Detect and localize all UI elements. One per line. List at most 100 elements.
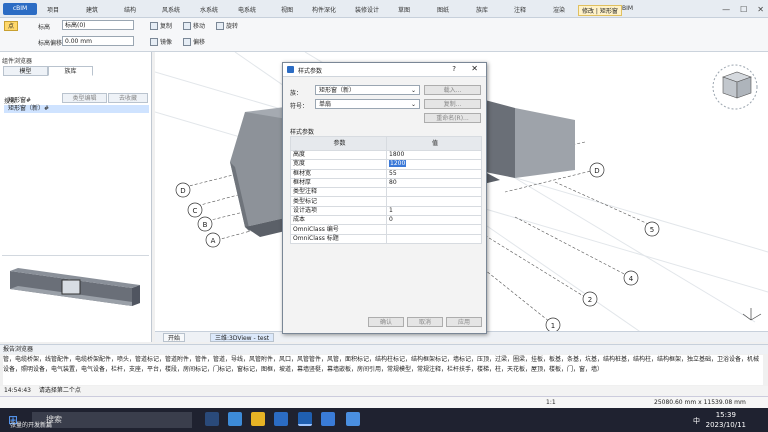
move-button[interactable]: 移动 (183, 21, 205, 30)
menu-item-hvac[interactable]: 风系统 (162, 5, 180, 14)
copy-type-button[interactable]: 复制... (424, 99, 481, 109)
menu-item-view[interactable]: 视图 (281, 5, 293, 14)
param-value-selected[interactable]: 1200 (386, 159, 482, 170)
tab-family-library[interactable]: 族库 (48, 66, 93, 76)
command-prompt: 请选择第二个点 (38, 387, 81, 394)
tab-3dview[interactable]: 三维:3DView - test (210, 333, 275, 342)
param-value[interactable]: 1800 (386, 149, 482, 161)
view-cube-icon[interactable] (712, 64, 758, 110)
tree-item-rect-window[interactable]: 矩形窗# (4, 97, 149, 105)
system-clock[interactable]: 15:39 2023/10/11 (706, 410, 746, 430)
coordinate-readout: 25080.60 mm x 11539.08 mm (654, 399, 746, 406)
param-value[interactable] (386, 187, 482, 198)
cancel-button[interactable]: 取消 (407, 317, 443, 327)
table-row[interactable]: 框材厚 80 (290, 177, 482, 189)
watermark-text: 张量的开发新篇 (10, 422, 53, 429)
app-icon[interactable] (321, 412, 335, 426)
menu-item-decoration[interactable]: 装修设计 (355, 5, 379, 14)
param-name: 宽度 (290, 159, 387, 170)
scale-select[interactable]: 1:1 (546, 399, 556, 406)
level-label: 标高 (38, 24, 51, 31)
param-value[interactable]: 55 (386, 168, 482, 179)
apply-button[interactable]: 应用 (446, 317, 482, 327)
param-value[interactable]: 0 (386, 215, 482, 226)
ime-indicator[interactable]: 中 (693, 416, 700, 426)
task-view-icon[interactable] (205, 412, 219, 426)
menu-item-project[interactable]: 项目 (47, 5, 59, 14)
mirror-button[interactable]: 镜像 (150, 37, 172, 46)
menu-item-component[interactable]: 构件深化 (312, 5, 336, 14)
symbol-value: 单扇 (319, 101, 332, 108)
table-row[interactable]: OmniClass 编号 (290, 224, 482, 235)
copy-button[interactable]: 复制 (150, 21, 172, 30)
offset-icon (183, 37, 191, 46)
tab-start[interactable]: 开始 (163, 333, 186, 342)
taskbar-search[interactable]: 搜索 (32, 412, 192, 428)
offset-tool-label: 偏移 (193, 39, 206, 46)
context-tab[interactable]: 修改 | 矩形窗 (578, 5, 622, 16)
menu-item-architecture[interactable]: 建筑 (86, 5, 98, 14)
offset-input[interactable]: 0.00 mm (62, 36, 134, 46)
table-row[interactable]: 成本 0 (290, 215, 482, 226)
ok-button[interactable]: 确认 (368, 317, 404, 327)
param-name: 类型注释 (290, 187, 387, 198)
menu-item-drawings[interactable]: 图纸 (437, 5, 449, 14)
param-value[interactable] (386, 233, 482, 244)
help-icon[interactable]: ? (452, 65, 456, 73)
grid-label-5: 5 (650, 226, 654, 234)
grid-label-1: 1 (551, 322, 555, 330)
tab-model[interactable]: 模型 (3, 66, 48, 76)
load-button[interactable]: 载入... (424, 85, 481, 95)
point-mode-chip[interactable]: 点 (4, 21, 19, 31)
menu-item-family-library[interactable]: 族库 (476, 5, 488, 14)
menu-item-render[interactable]: 渲染 (553, 5, 565, 14)
grid-label-b: B (203, 221, 208, 229)
table-row[interactable]: 类型注释 (290, 187, 482, 198)
param-name: OmniClass 标题 (290, 233, 387, 244)
menu-item-sketch[interactable]: 草图 (398, 5, 410, 14)
app-logo[interactable]: cBIM (3, 3, 37, 15)
tree-item-rect-window-new[interactable]: 矩形窗（新）# (4, 105, 149, 113)
minimize-icon[interactable]: — (722, 5, 730, 14)
table-row[interactable]: 框材宽 55 (290, 168, 482, 179)
table-row[interactable]: 设计选项 1 (290, 205, 482, 217)
table-row[interactable]: 宽度 1200 (290, 159, 482, 170)
close-icon[interactable]: ✕ (757, 5, 764, 14)
dialog-close-icon[interactable]: ✕ (471, 64, 478, 73)
table-row[interactable]: 高度 1800 (290, 149, 482, 161)
grid-label-4: 4 (629, 275, 634, 283)
mirror-icon (150, 37, 158, 46)
menu-item-electrical[interactable]: 电系统 (238, 5, 256, 14)
file-explorer-icon[interactable] (251, 412, 265, 426)
edge-icon[interactable] (228, 412, 242, 426)
family-value: 矩形窗（新） (319, 87, 356, 94)
grid-label-d-right: D (594, 167, 599, 175)
param-name: 框材宽 (290, 168, 387, 179)
col-header-value: 值 (386, 136, 482, 151)
move-icon (183, 21, 191, 30)
param-value[interactable] (386, 196, 482, 207)
symbol-select[interactable]: 单扇 ⌄ (315, 99, 420, 109)
menu-item-structure[interactable]: 结构 (124, 5, 136, 14)
rotate-button[interactable]: 旋转 (216, 21, 238, 30)
dialog-titlebar[interactable]: 样式参数 ? ✕ (283, 63, 486, 77)
word-icon[interactable] (346, 412, 360, 426)
cbim-app-icon[interactable] (298, 412, 312, 426)
param-value[interactable]: 80 (386, 177, 482, 189)
menu-item-plumbing[interactable]: 水系统 (200, 5, 218, 14)
param-value[interactable] (386, 224, 482, 235)
component-browser-title: 组件浏览器 (2, 58, 33, 65)
level-select[interactable]: 标高(0) (62, 20, 134, 30)
family-select[interactable]: 矩形窗（新） ⌄ (315, 85, 420, 95)
selected-value[interactable]: 1200 (389, 160, 407, 168)
menu-item-annotate[interactable]: 注释 (514, 5, 526, 14)
table-row[interactable]: 类型标记 (290, 196, 482, 207)
report-browser-title: 报告浏览器 (0, 344, 768, 354)
param-name: 框材厚 (290, 177, 387, 189)
store-icon[interactable] (274, 412, 288, 426)
offset-button[interactable]: 偏移 (183, 37, 205, 46)
table-row[interactable]: OmniClass 标题 (290, 233, 482, 244)
rename-button[interactable]: 重命名(R)... (424, 113, 481, 123)
param-value[interactable]: 1 (386, 205, 482, 217)
maximize-icon[interactable]: ☐ (740, 5, 747, 14)
